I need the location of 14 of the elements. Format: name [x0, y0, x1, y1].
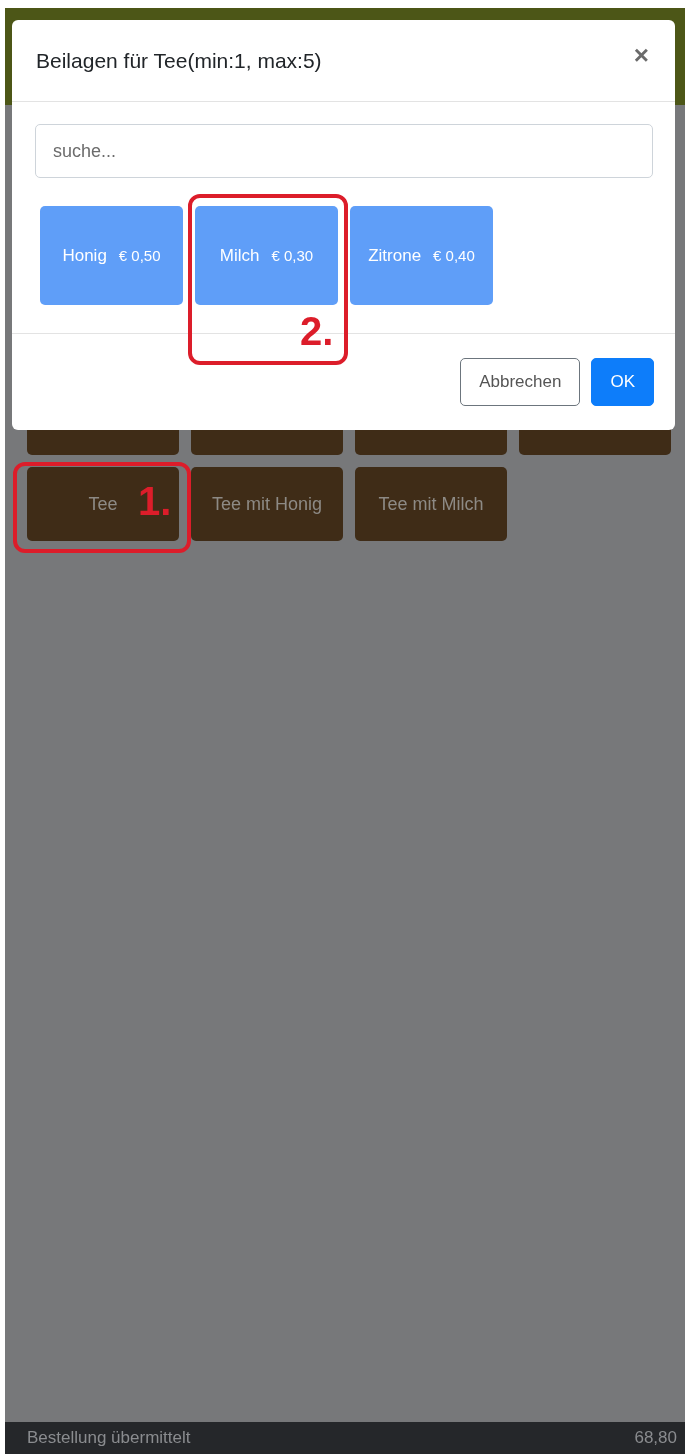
search-field[interactable]: suche... [35, 124, 653, 178]
dialog-title: Beilagen für Tee(min:1, max:5) [36, 48, 322, 73]
order-total: 68,80 [634, 1428, 677, 1448]
product-tile[interactable]: Tee mit Honig [191, 467, 343, 541]
annotation-label: 2. [300, 311, 334, 351]
addon-button[interactable]: Honig € 0,50 [40, 206, 183, 305]
annotation-label: 1. [138, 481, 172, 521]
status-text: Bestellung übermittelt [27, 1428, 191, 1448]
product-tile[interactable]: Tee mit Milch [355, 467, 507, 541]
cancel-button[interactable]: Abbrechen [460, 358, 581, 406]
close-button[interactable]: × [629, 40, 653, 71]
addon-button[interactable]: Milch € 0,30 [195, 206, 338, 305]
addon-button[interactable]: Zitrone € 0,40 [350, 206, 493, 305]
ok-button[interactable]: OK [591, 358, 654, 406]
